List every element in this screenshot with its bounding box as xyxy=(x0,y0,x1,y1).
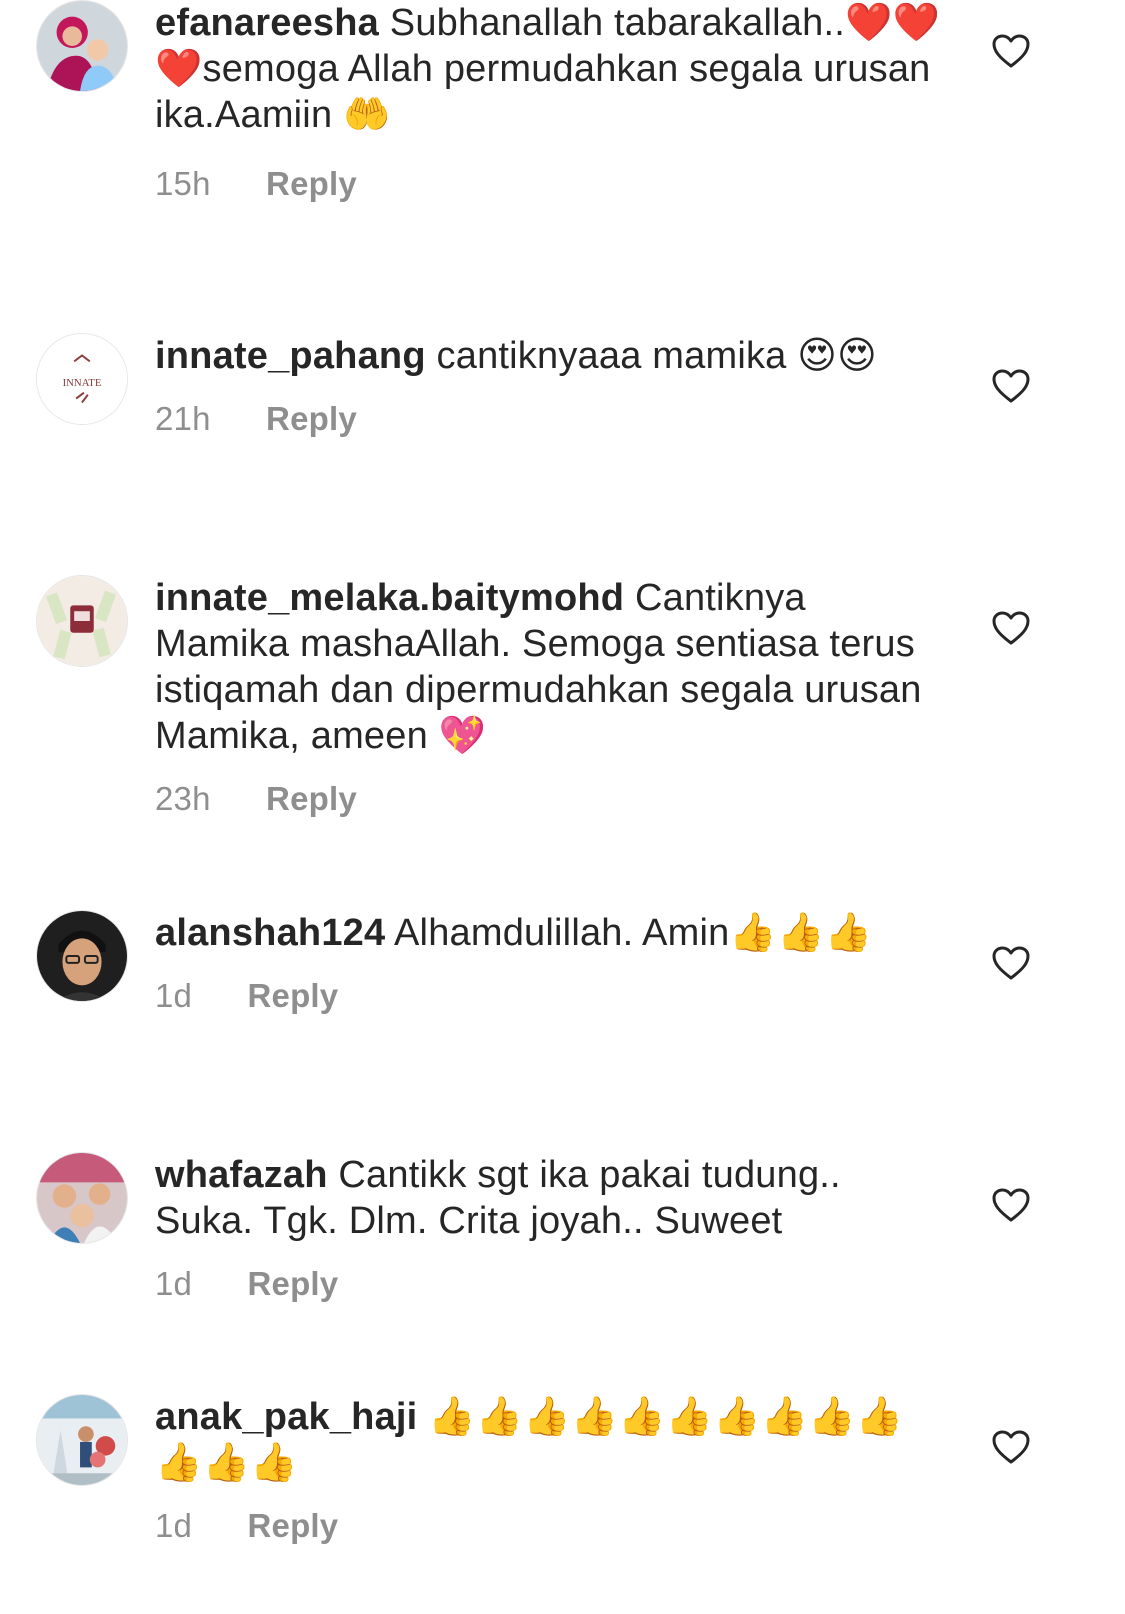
reply-button[interactable]: Reply xyxy=(266,164,357,204)
comment-username[interactable]: innate_pahang xyxy=(155,335,426,377)
comment-text: Alhamdulillah. Amin👍👍👍 xyxy=(394,912,872,954)
reply-button[interactable]: Reply xyxy=(247,1506,338,1546)
reply-button[interactable]: Reply xyxy=(266,779,357,819)
comment-username[interactable]: innate_melaka.baitymohd xyxy=(155,577,624,619)
heart-outline-icon[interactable] xyxy=(991,368,1031,404)
comment-text: cantiknyaaa mamika 😍😍 xyxy=(436,335,877,377)
heart-outline-icon[interactable] xyxy=(991,945,1031,981)
comment-body: whafazah Cantikk sgt ika pakai tudung.. … xyxy=(155,1152,945,1304)
comment-body: anak_pak_haji 👍👍👍👍👍👍👍👍👍👍👍👍👍 1d Reply xyxy=(155,1394,945,1546)
comment-meta: 1d Reply xyxy=(155,1506,945,1546)
heart-outline-icon[interactable] xyxy=(991,1429,1031,1465)
comment-body: alanshah124 Alhamdulillah. Amin👍👍👍 1d Re… xyxy=(155,910,945,1016)
reply-button[interactable]: Reply xyxy=(247,1264,338,1304)
avatar[interactable] xyxy=(36,575,128,667)
heart-outline-icon[interactable] xyxy=(991,33,1031,69)
reply-button[interactable]: Reply xyxy=(266,399,357,439)
comment-username[interactable]: anak_pak_haji xyxy=(155,1396,417,1438)
avatar-logo-text: INNATE xyxy=(63,377,102,389)
comment-body: innate_pahang cantiknyaaa mamika 😍😍 21h … xyxy=(155,333,945,439)
comment-timestamp: 15h xyxy=(155,165,211,202)
comment-timestamp: 21h xyxy=(155,400,211,437)
comment-body: innate_melaka.baitymohd Cantiknya Mamika… xyxy=(155,575,945,819)
comment-timestamp: 1d xyxy=(155,977,193,1014)
comment-meta: 1d Reply xyxy=(155,976,945,1016)
avatar[interactable]: INNATE xyxy=(36,333,128,425)
comment-meta: 15h Reply xyxy=(155,164,945,204)
avatar[interactable] xyxy=(36,0,128,92)
comment-username[interactable]: efanareesha xyxy=(155,2,379,44)
avatar[interactable] xyxy=(36,910,128,1002)
comment-timestamp: 23h xyxy=(155,780,211,817)
comment-timestamp: 1d xyxy=(155,1265,193,1302)
heart-outline-icon[interactable] xyxy=(991,1187,1031,1223)
comment-meta: 23h Reply xyxy=(155,779,945,819)
comment-username[interactable]: whafazah xyxy=(155,1154,328,1196)
comment-username[interactable]: alanshah124 xyxy=(155,912,385,954)
heart-outline-icon[interactable] xyxy=(991,610,1031,646)
avatar[interactable] xyxy=(36,1152,128,1244)
comment-timestamp: 1d xyxy=(155,1507,193,1544)
comment-body: efanareesha Subhanallah tabarakallah..❤️… xyxy=(155,0,945,204)
comment-meta: 21h Reply xyxy=(155,399,945,439)
comment-meta: 1d Reply xyxy=(155,1264,945,1304)
avatar[interactable] xyxy=(36,1394,128,1486)
reply-button[interactable]: Reply xyxy=(247,976,338,1016)
